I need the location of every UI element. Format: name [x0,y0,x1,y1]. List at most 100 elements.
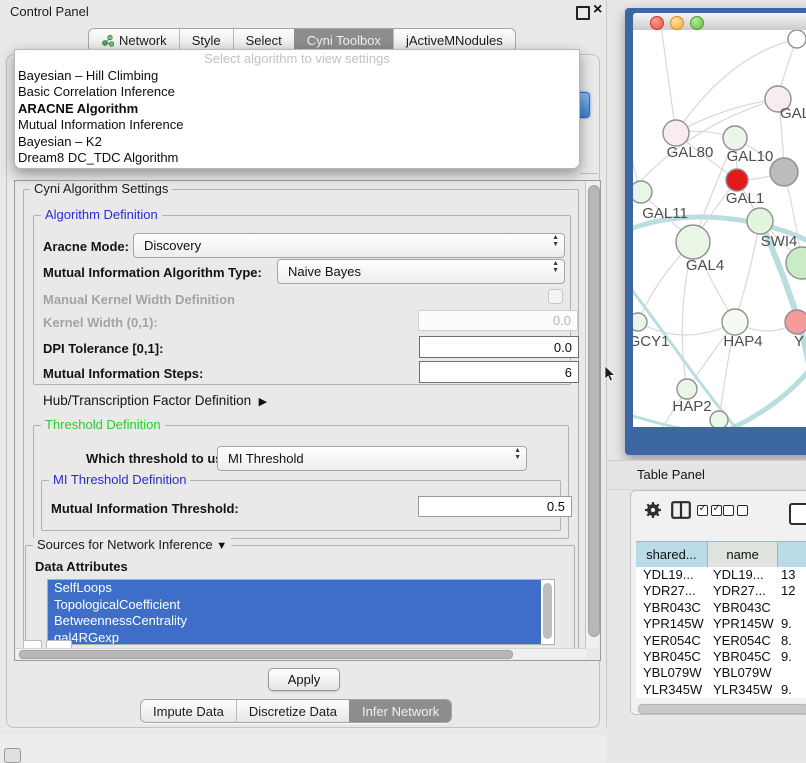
table-panel: ✓ ✓ shared...name YDL19...YDL19...13YDR2… [630,490,806,715]
cell-name: YPR145W [708,616,779,632]
table-row[interactable]: YBR045CYBR045C9. [636,649,806,665]
which-threshold-label: Which threshold to use: [86,451,234,466]
cell-value: 9. [779,682,806,698]
table-row[interactable]: YDR27...YDR27...12 [636,583,806,599]
node-label: GAL [780,105,806,122]
settings-horizontal-scrollbar[interactable] [16,648,586,659]
kernel-width-label: Kernel Width (0,1): [43,315,158,330]
hub-definition-toggle[interactable]: Hub/Transcription Factor Definition ▶ [43,393,267,408]
algorithm-option[interactable]: Basic Correlation Inference [15,84,579,100]
tab-style[interactable]: Style [179,29,233,51]
select-all-icon[interactable]: ✓ ✓ [697,505,722,516]
data-attribute-item[interactable]: TopologicalCoefficient [48,597,541,614]
algorithm-definition-title: Algorithm Definition [41,208,162,222]
mi-threshold-field[interactable]: 0.5 [418,496,572,517]
table-row[interactable]: YBR043CYBR043C [636,600,806,616]
algorithm-option[interactable]: ARACNE Algorithm [15,101,579,117]
deselect-all-icon[interactable] [723,505,748,516]
tab-jactivemnodules[interactable]: jActiveMNodules [393,29,515,51]
network-canvas[interactable]: GALGAL80GAL10GAL1GAL11SWI4GAL4GCY1HAP4YH… [633,30,806,427]
close-icon[interactable]: × [593,1,602,19]
collapsed-arrow-icon: ▶ [259,396,267,408]
network-node-gcy1[interactable] [633,313,647,331]
algorithm-option[interactable]: Dream8 DC_TDC Algorithm [15,150,579,166]
tab-cyni-toolbox[interactable]: Cyni Toolbox [294,29,393,51]
apply-button[interactable]: Apply [268,668,340,691]
network-node[interactable] [786,247,806,279]
mouse-cursor [604,366,616,384]
control-panel-titlebar[interactable]: Control Panel × [0,0,606,24]
table-header-row: shared...name [636,541,806,568]
data-attribute-item[interactable]: gal4RGexp [48,630,541,646]
network-node[interactable] [788,30,806,48]
node-label: HAP4 [723,333,762,350]
aracne-mode-label: Aracne Mode: [43,239,129,254]
which-threshold-select[interactable]: MI Threshold ▲▼ [217,446,527,471]
cell-shared-name: YBR043C [636,600,708,616]
table-row[interactable]: YLR345WYLR345W9. [636,682,806,698]
column-header[interactable] [778,542,806,568]
settings-vertical-scrollbar[interactable] [585,182,599,648]
table-row[interactable]: YER054CYER054C8. [636,633,806,649]
table-row[interactable]: YBL079WYBL079W [636,665,806,681]
sources-title[interactable]: Sources for Network Inference ▼ [33,538,231,553]
tab-select[interactable]: Select [233,29,294,51]
float-window-icon[interactable] [576,6,590,20]
table-row[interactable]: YPR145WYPR145W9. [636,616,806,632]
network-node-gal11[interactable] [633,181,652,203]
network-edge [633,415,718,427]
dpi-tolerance-field[interactable]: 0.0 [419,336,579,358]
network-node-gal1[interactable] [726,169,748,191]
below-panel-area [0,735,606,762]
gear-icon[interactable] [644,501,662,519]
split-columns-icon[interactable] [671,501,691,519]
mi-steps-label: Mutual Information Steps: [43,366,203,381]
minimize-traffic-light[interactable] [670,16,684,30]
manual-kernel-checkbox[interactable] [548,289,563,304]
tab-impute-data[interactable]: Impute Data [141,700,236,722]
table-row[interactable]: YDL19...YDL19...13 [636,567,806,583]
network-node-gal4[interactable] [676,225,710,259]
network-node-gal10[interactable] [723,126,747,150]
network-window-titlebar[interactable] [633,13,806,31]
function-builder-icon[interactable] [789,503,806,525]
column-header[interactable]: name [708,542,779,568]
cell-shared-name: YBR045C [636,649,708,665]
mi-type-label: Mutual Information Algorithm Type: [43,265,262,280]
cell-name: YLR345W [708,682,779,698]
tab-network[interactable]: Network [89,29,179,51]
network-node-hap2[interactable] [677,379,697,399]
network-node[interactable] [770,158,798,186]
mi-steps-field[interactable]: 6 [419,361,579,383]
aracne-mode-select[interactable]: Discovery ▲▼ [133,233,565,258]
data-attributes-list[interactable]: SelfLoopsTopologicalCoefficientBetweenne… [47,579,555,645]
network-node-swi4[interactable] [747,208,773,234]
cell-value: 12 [779,583,806,599]
algorithm-option[interactable]: Bayesian – K2 [15,134,579,150]
list-scrollbar[interactable] [542,580,554,644]
cell-value: 8. [779,633,806,649]
screen: { "window": { "title": "Control Panel" }… [0,0,806,762]
aracne-mode-value: Discovery [134,238,201,253]
algorithm-option[interactable]: Mutual Information Inference [15,117,579,133]
bottom-tab-strip: Impute Data Discretize Data Infer Network [140,699,452,723]
mi-threshold-label: Mutual Information Threshold: [51,501,239,516]
network-node-gal80[interactable] [663,120,689,146]
column-header[interactable]: shared... [636,542,708,568]
network-node-y[interactable] [785,310,806,334]
collapsed-panel-icon[interactable] [4,748,21,763]
tab-infer-network[interactable]: Infer Network [349,700,451,722]
settings-scrollpane: Cyni Algorithm Settings Algorithm Defini… [14,180,601,661]
network-node-hap4[interactable] [722,309,748,335]
network-node[interactable] [710,411,728,427]
close-traffic-light[interactable] [650,16,664,30]
data-attribute-item[interactable]: BetweennessCentrality [48,613,541,630]
table-horizontal-scrollbar[interactable] [635,703,806,712]
data-attribute-item[interactable]: SelfLoops [48,580,541,597]
tab-label: Discretize Data [249,704,337,719]
maximize-traffic-light[interactable] [690,16,704,30]
mi-type-select[interactable]: Naive Bayes ▲▼ [277,259,565,284]
algorithm-option[interactable]: Bayesian – Hill Climbing [15,68,579,84]
tab-discretize-data[interactable]: Discretize Data [236,700,349,722]
cyni-algorithm-settings-title: Cyni Algorithm Settings [30,182,172,196]
